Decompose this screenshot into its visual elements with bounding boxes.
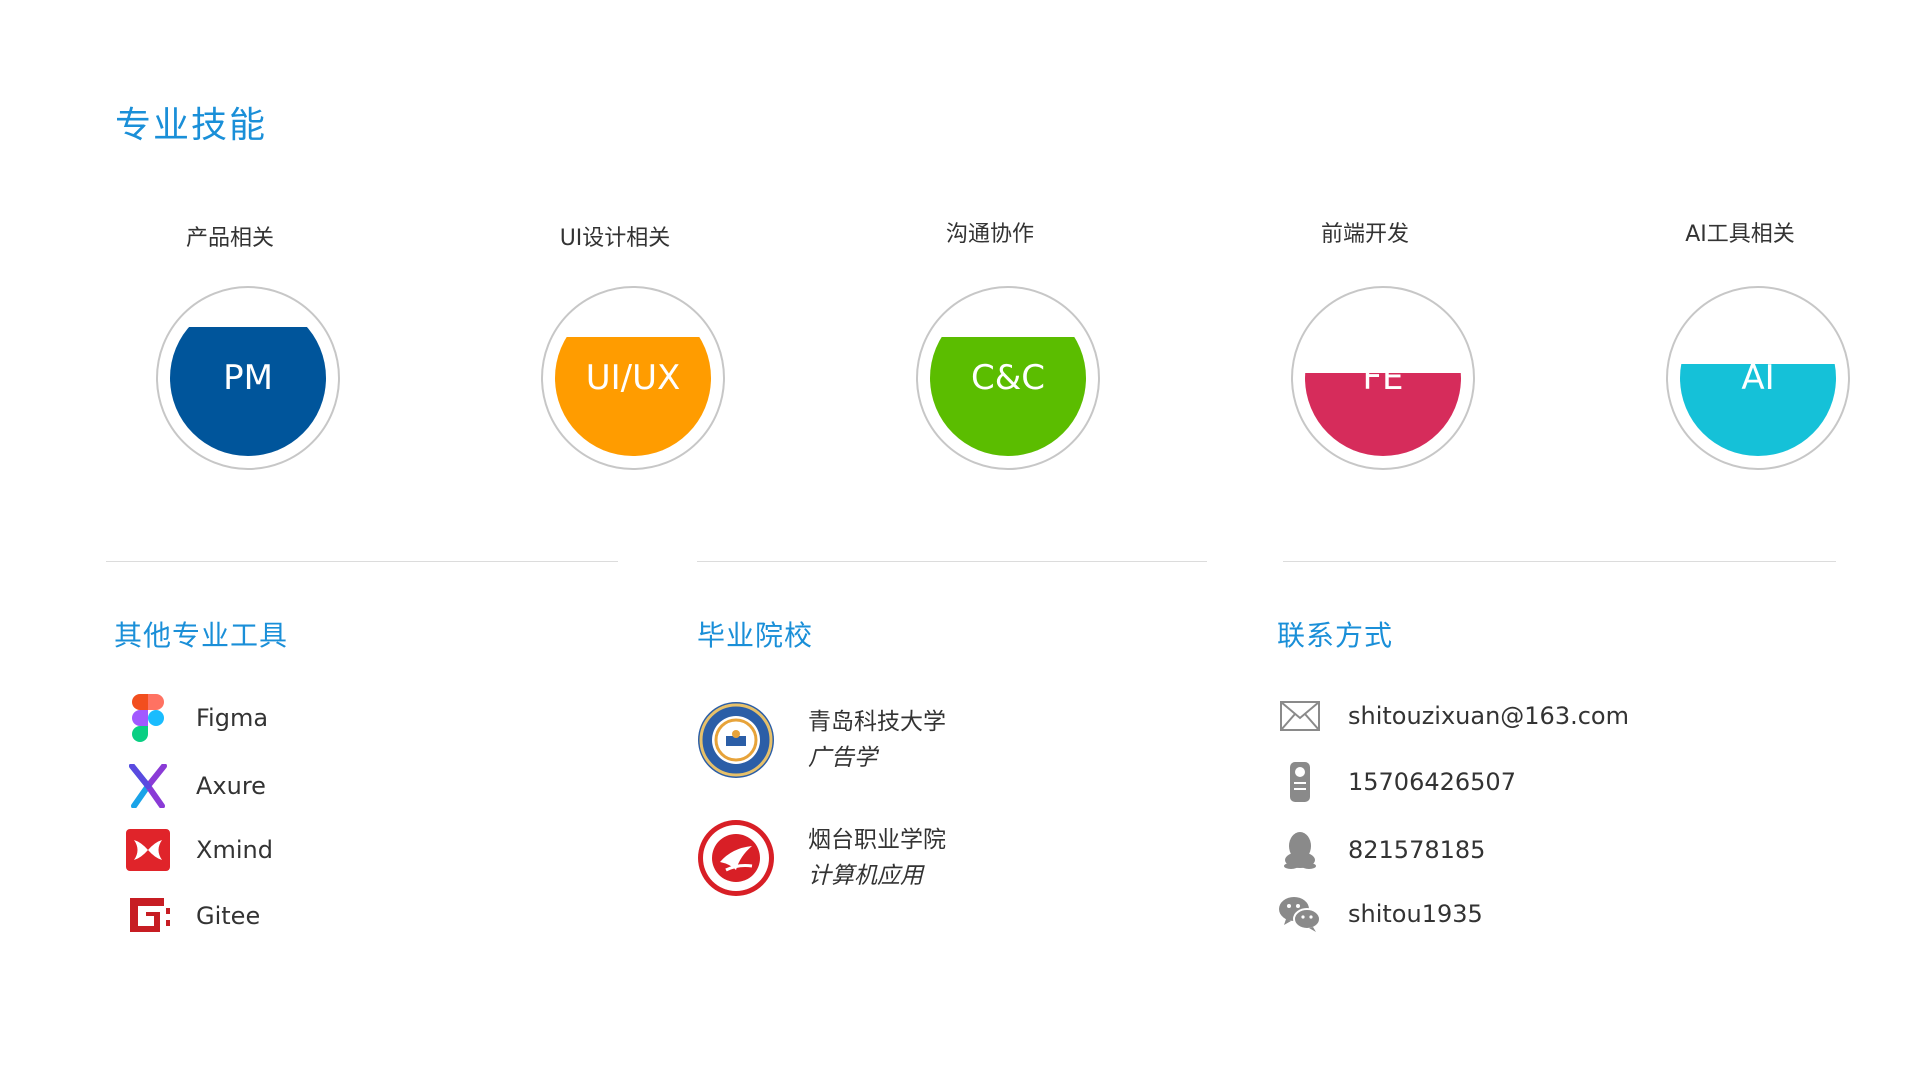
phone-icon [1276, 756, 1324, 808]
contact-qq: 821578185 [1276, 826, 1485, 874]
contact-wechat: shitou1935 [1276, 890, 1483, 938]
skill-code: AI [1741, 358, 1775, 398]
skill-label: 沟通协作 [945, 222, 1034, 247]
skill-label: 产品相关 [185, 226, 274, 251]
skill-ring: AI [1666, 286, 1850, 470]
education-title: 毕业院校 [697, 619, 814, 652]
tool-name: Axure [196, 772, 266, 800]
skill-code: FE [1362, 358, 1404, 398]
contact-email: shitouzixuan@163.com [1276, 692, 1629, 740]
wechat-icon [1276, 890, 1324, 938]
school-info: 青岛科技大学 广告学 [808, 704, 946, 776]
wechat-text: shitou1935 [1348, 900, 1483, 928]
skill-ring: UI/UX [541, 286, 725, 470]
contact-phone: 15706426507 [1276, 756, 1516, 808]
skill-code: C&C [971, 358, 1045, 398]
divider-contact [1283, 561, 1836, 562]
figma-icon [124, 694, 172, 742]
school-name: 烟台职业学院 [808, 827, 946, 853]
school-item-ytvc: 烟台职业学院 计算机应用 [696, 818, 946, 898]
divider-education [697, 561, 1207, 562]
skill-code: UI/UX [585, 358, 681, 398]
email-text[interactable]: shitouzixuan@163.com [1348, 702, 1629, 730]
tools-title: 其他专业工具 [114, 619, 289, 652]
qq-icon [1276, 826, 1324, 874]
school-major: 计算机应用 [808, 863, 923, 889]
ytvc-logo [696, 818, 776, 898]
qust-logo [696, 700, 776, 780]
skill-pm: 产品相关 PM [110, 220, 350, 540]
qq-text: 821578185 [1348, 836, 1486, 864]
skill-fe: 前端开发 FE [1245, 216, 1485, 536]
contact-title: 联系方式 [1277, 619, 1394, 652]
tool-item-axure: Axure [124, 762, 266, 810]
page: 专业技能 产品相关 PM UI设计相关 UI/UX 沟通协作 C&C 前端开发 … [0, 0, 1920, 1080]
skill-label: UI设计相关 [559, 226, 671, 251]
page-title: 专业技能 [115, 105, 268, 146]
school-info: 烟台职业学院 计算机应用 [808, 822, 946, 894]
tool-name: Figma [196, 704, 269, 732]
skill-ring: C&C [916, 286, 1100, 470]
tool-name: Xmind [196, 836, 273, 864]
skill-label: AI工具相关 [1685, 222, 1795, 247]
skill-ai: AI工具相关 AI [1620, 216, 1860, 536]
gitee-icon [124, 892, 172, 940]
skill-label: 前端开发 [1320, 222, 1409, 247]
tool-item-gitee: Gitee [124, 892, 260, 940]
tool-name: Gitee [196, 902, 261, 930]
skill-ring: FE [1291, 286, 1475, 470]
axure-icon [124, 762, 172, 810]
school-item-qust: 青岛科技大学 广告学 [696, 700, 946, 780]
tool-item-figma: Figma [124, 694, 268, 742]
tool-item-xmind: Xmind [124, 826, 273, 874]
mail-icon [1276, 692, 1324, 740]
xmind-icon [124, 826, 172, 874]
phone-text: 15706426507 [1348, 768, 1516, 796]
skill-ring: PM [156, 286, 340, 470]
school-major: 广告学 [808, 745, 877, 771]
skill-ui: UI设计相关 UI/UX [495, 220, 735, 540]
skill-cc: 沟通协作 C&C [870, 216, 1110, 536]
divider-tools [106, 561, 618, 562]
skill-code: PM [223, 358, 273, 398]
school-name: 青岛科技大学 [808, 709, 946, 735]
